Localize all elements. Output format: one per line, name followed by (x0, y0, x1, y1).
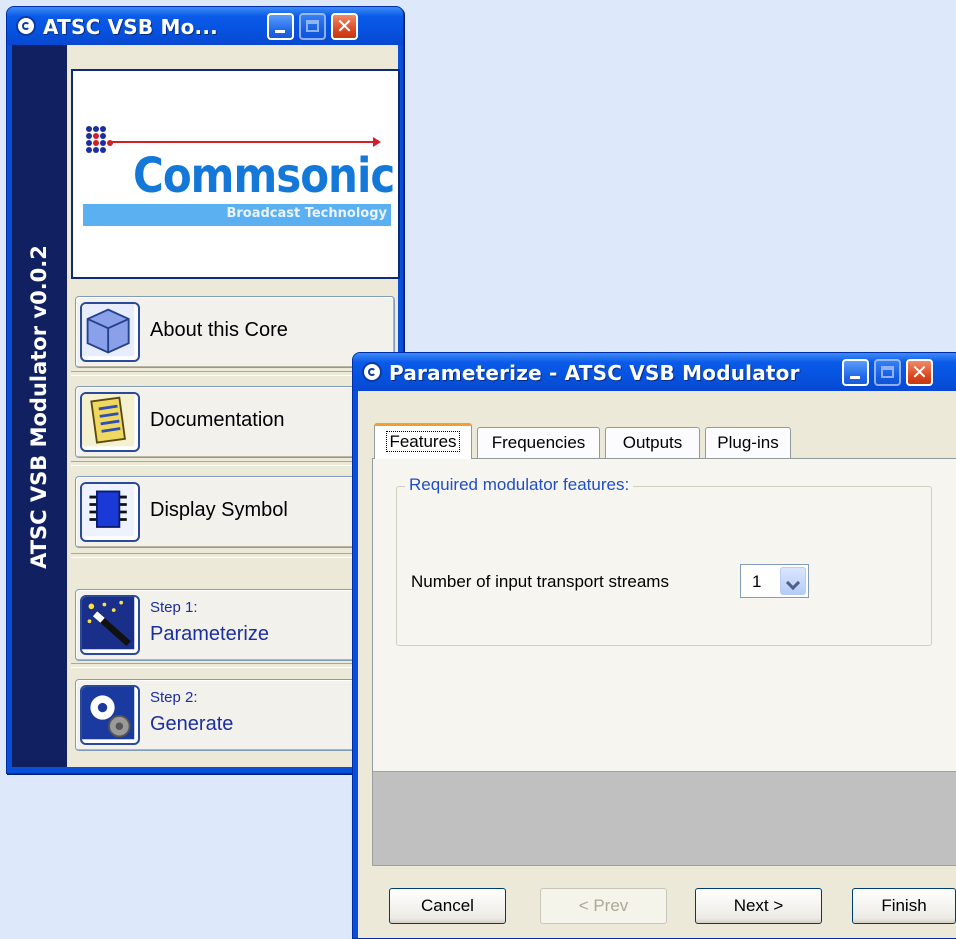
streams-value: 1 (752, 572, 762, 591)
logo-tagline: Broadcast Technology (226, 206, 387, 221)
close-icon: ✕ (336, 14, 353, 38)
document-icon (80, 392, 140, 452)
modulator-features-group: Required modulator features: Number of i… (396, 475, 932, 646)
about-core-button[interactable]: About this Core (75, 296, 395, 368)
main-body: ATSC VSB Modulator v0.0.2 Commsonic Broa… (12, 45, 400, 767)
chip-icon (80, 482, 140, 542)
streams-label: Number of input transport streams (411, 572, 669, 591)
step2-generate-button[interactable]: Step 2: Generate (75, 679, 395, 751)
separator (71, 663, 399, 668)
group-title: Required modulator features: (405, 475, 634, 495)
documentation-label: Documentation (150, 409, 285, 431)
param-body: Features Frequencies Outputs Plug-ins Re… (358, 391, 956, 938)
separator (71, 461, 399, 466)
close-icon: ✕ (911, 360, 928, 384)
maximize-icon (306, 20, 319, 32)
tab-frequencies-label: Frequencies (491, 433, 586, 452)
finish-button[interactable]: Finish (852, 888, 956, 924)
step2-label: Generate (150, 713, 234, 735)
wand-icon (80, 595, 140, 655)
maximize-icon (881, 366, 894, 378)
step1-label: Parameterize (150, 623, 269, 645)
app-icon (362, 362, 382, 382)
display-symbol-label: Display Symbol (150, 499, 288, 521)
tab-plugins-label: Plug-ins (717, 433, 779, 452)
about-core-label: About this Core (150, 319, 288, 341)
tab-features[interactable]: Features (374, 423, 472, 459)
parameterize-window: Parameterize - ATSC VSB Modulator ✕ Feat… (352, 352, 956, 939)
maximize-button (874, 359, 901, 386)
streams-dropdown[interactable]: 1 (740, 564, 809, 598)
cube-icon (80, 302, 140, 362)
gears-icon (80, 685, 140, 745)
tab-frequencies[interactable]: Frequencies (477, 427, 600, 459)
minimize-button[interactable] (267, 13, 294, 40)
logo-bar: Broadcast Technology (83, 204, 391, 226)
tab-features-label: Features (386, 431, 460, 452)
logo-panel: Commsonic Broadcast Technology (71, 69, 400, 279)
minimize-icon (275, 30, 285, 33)
main-window: ATSC VSB Mo... ✕ ATSC VSB Modulator v0.0… (6, 6, 404, 774)
close-button[interactable]: ✕ (906, 359, 933, 386)
minimize-button[interactable] (842, 359, 869, 386)
tab-outputs[interactable]: Outputs (605, 427, 700, 459)
tab-outputs-label: Outputs (622, 433, 683, 452)
vertical-title: ATSC VSB Modulator v0.0.2 (27, 245, 51, 569)
close-button[interactable]: ✕ (331, 13, 358, 40)
separator (71, 553, 399, 558)
step1-parameterize-button[interactable]: Step 1: Parameterize (75, 589, 395, 661)
status-area (372, 771, 956, 866)
maximize-button (299, 13, 326, 40)
logo-arrow (109, 137, 381, 147)
documentation-button[interactable]: Documentation (75, 386, 395, 458)
separator (71, 371, 399, 376)
app-icon (16, 16, 36, 36)
param-titlebar[interactable]: Parameterize - ATSC VSB Modulator ✕ (353, 353, 956, 391)
main-titlebar[interactable]: ATSC VSB Mo... ✕ (7, 7, 403, 45)
chevron-down-icon[interactable] (780, 567, 806, 595)
cancel-button[interactable]: Cancel (389, 888, 506, 924)
minimize-icon (850, 376, 860, 379)
param-window-title: Parameterize - ATSC VSB Modulator (389, 361, 800, 385)
main-window-title: ATSC VSB Mo... (43, 15, 218, 39)
features-panel: Required modulator features: Number of i… (372, 458, 956, 792)
vertical-band: ATSC VSB Modulator v0.0.2 (12, 45, 67, 767)
tab-plugins[interactable]: Plug-ins (705, 427, 791, 459)
prev-button: < Prev (540, 888, 667, 924)
step2-caption: Step 2: (150, 689, 198, 706)
display-symbol-button[interactable]: Display Symbol (75, 476, 395, 548)
step1-caption: Step 1: (150, 599, 198, 616)
logo-word: Commsonic (133, 147, 395, 204)
next-button[interactable]: Next > (695, 888, 822, 924)
